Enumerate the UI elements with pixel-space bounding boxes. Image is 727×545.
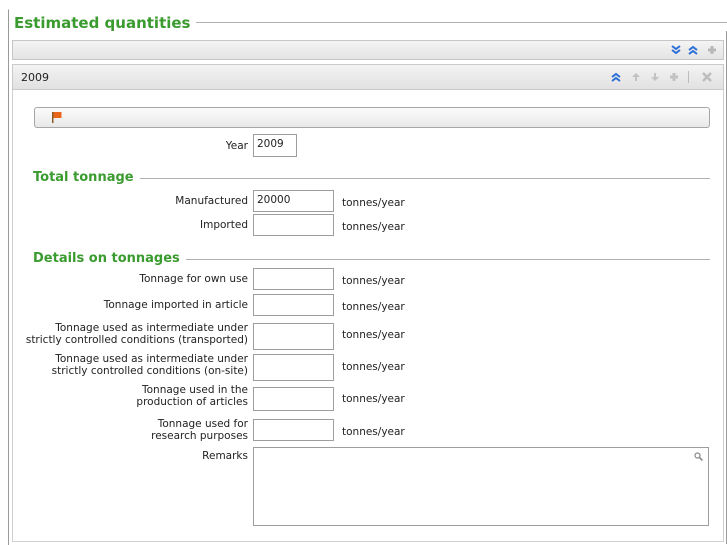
total-tonnage-title: Total tonnage bbox=[33, 170, 140, 185]
production-of-articles-label-line2: production of articles bbox=[136, 396, 248, 408]
own-use-field[interactable] bbox=[253, 268, 334, 290]
own-use-unit: tonnes/year bbox=[342, 275, 405, 287]
production-of-articles-unit: tonnes/year bbox=[342, 393, 405, 405]
block-collapse-icon[interactable] bbox=[610, 71, 622, 83]
year-field[interactable]: 2009 bbox=[253, 134, 297, 157]
imported-unit: tonnes/year bbox=[342, 221, 405, 233]
research-label: Tonnage used for research purposes bbox=[60, 418, 248, 442]
own-use-label: Tonnage for own use bbox=[139, 273, 248, 285]
research-unit: tonnes/year bbox=[342, 426, 405, 438]
intermediate-transported-label: Tonnage used as intermediate under stric… bbox=[20, 322, 248, 346]
panel-title-rule bbox=[196, 22, 727, 23]
remarks-label: Remarks bbox=[202, 450, 248, 462]
intermediate-transported-label-line1: Tonnage used as intermediate under bbox=[55, 322, 248, 334]
panel-toolbar bbox=[12, 40, 724, 60]
block-add-icon bbox=[668, 71, 680, 83]
intermediate-transported-label-line2: strictly controlled conditions (transpor… bbox=[25, 334, 248, 346]
block-title: 2009 bbox=[21, 71, 49, 84]
research-label-line1: Tonnage used for bbox=[157, 418, 248, 430]
intermediate-transported-unit: tonnes/year bbox=[342, 329, 405, 341]
move-up-icon bbox=[630, 71, 642, 83]
intermediate-onsite-field[interactable] bbox=[253, 354, 334, 381]
production-of-articles-label: Tonnage used in the production of articl… bbox=[60, 384, 248, 408]
details-rule bbox=[180, 259, 710, 260]
flag-icon[interactable] bbox=[51, 111, 63, 124]
intermediate-onsite-label-line2: strictly controlled conditions (on-site) bbox=[51, 365, 248, 377]
details-title: Details on tonnages bbox=[33, 251, 186, 266]
toolbar-separator bbox=[688, 71, 689, 83]
panel-title: Estimated quantities bbox=[14, 14, 197, 32]
imported-in-article-field[interactable] bbox=[253, 294, 334, 316]
imported-in-article-unit: tonnes/year bbox=[342, 301, 405, 313]
data-protection-flag-bar[interactable] bbox=[34, 107, 710, 128]
add-block-icon[interactable] bbox=[706, 44, 718, 56]
imported-label: Imported bbox=[200, 219, 248, 231]
manufactured-field[interactable]: 20000 bbox=[253, 190, 334, 212]
intermediate-onsite-label: Tonnage used as intermediate under stric… bbox=[20, 353, 248, 377]
production-of-articles-field[interactable] bbox=[253, 387, 334, 411]
remarks-textarea[interactable] bbox=[253, 447, 709, 526]
intermediate-transported-field[interactable] bbox=[253, 323, 334, 350]
delete-block-icon bbox=[701, 71, 713, 83]
collapse-all-icon[interactable] bbox=[687, 44, 699, 56]
imported-in-article-label: Tonnage imported in article bbox=[103, 299, 248, 311]
intermediate-onsite-unit: tonnes/year bbox=[342, 361, 405, 373]
manufactured-unit: tonnes/year bbox=[342, 197, 405, 209]
imported-field[interactable] bbox=[253, 214, 334, 236]
intermediate-onsite-label-line1: Tonnage used as intermediate under bbox=[55, 353, 248, 365]
production-of-articles-label-line1: Tonnage used in the bbox=[142, 384, 248, 396]
block-header[interactable]: 2009 bbox=[12, 64, 724, 90]
expand-all-icon[interactable] bbox=[670, 44, 682, 56]
year-label: Year bbox=[225, 140, 248, 152]
manufactured-label: Manufactured bbox=[175, 195, 248, 207]
research-field[interactable] bbox=[253, 419, 334, 441]
research-label-line2: research purposes bbox=[151, 430, 248, 442]
total-tonnage-rule bbox=[138, 178, 710, 179]
move-down-icon bbox=[649, 71, 661, 83]
search-icon[interactable] bbox=[694, 452, 703, 461]
